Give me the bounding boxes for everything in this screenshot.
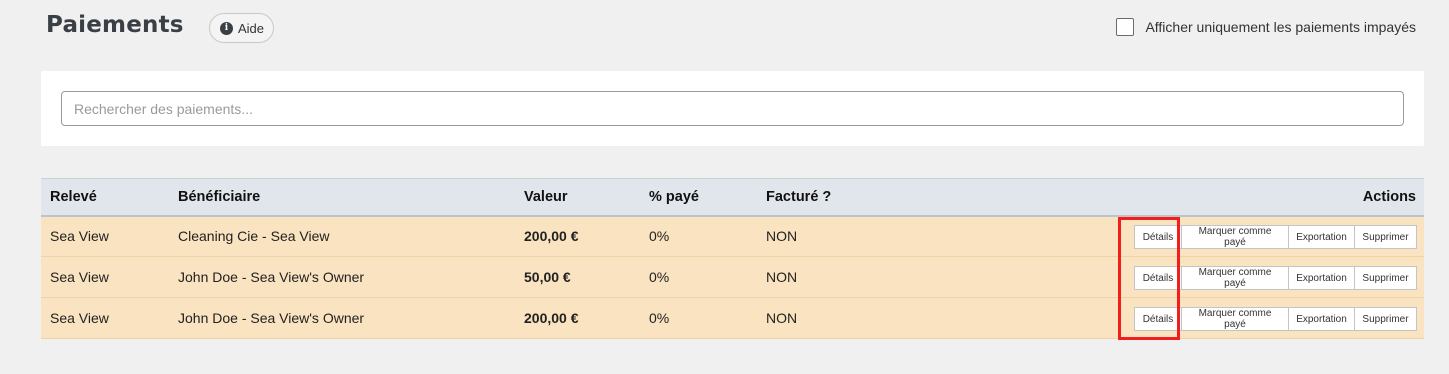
mark-paid-button[interactable]: Marquer comme payé	[1181, 225, 1289, 249]
column-header-statement[interactable]: Relevé	[50, 189, 97, 205]
table-row: Sea View John Doe - Sea View's Owner 200…	[41, 299, 1424, 339]
table-header: Relevé Bénéficiaire Valeur % payé Factur…	[41, 178, 1424, 217]
cell-paid-percent: 0%	[649, 269, 670, 285]
mark-paid-button[interactable]: Marquer comme payé	[1181, 266, 1289, 290]
cell-invoiced: NON	[766, 269, 798, 285]
delete-button[interactable]: Supprimer	[1354, 307, 1417, 331]
cell-value: 200,00 €	[524, 310, 579, 326]
export-button[interactable]: Exportation	[1288, 307, 1355, 331]
cell-beneficiary: John Doe - Sea View's Owner	[178, 269, 365, 285]
cell-beneficiary: John Doe - Sea View's Owner	[178, 310, 365, 326]
search-card	[41, 71, 1424, 146]
row-actions: Détails Marquer comme payé Exportation S…	[1134, 225, 1417, 249]
cell-paid-percent: 0%	[649, 310, 670, 326]
mark-paid-button[interactable]: Marquer comme payé	[1181, 307, 1289, 331]
cell-statement: Sea View	[50, 269, 109, 285]
row-actions: Détails Marquer comme payé Exportation S…	[1134, 307, 1417, 331]
details-button[interactable]: Détails	[1134, 307, 1182, 331]
unpaid-only-label: Afficher uniquement les paiements impayé…	[1145, 19, 1416, 35]
cell-statement: Sea View	[50, 310, 109, 326]
export-button[interactable]: Exportation	[1288, 266, 1355, 290]
cell-statement: Sea View	[50, 228, 109, 244]
row-actions: Détails Marquer comme payé Exportation S…	[1134, 266, 1417, 290]
export-button[interactable]: Exportation	[1288, 225, 1355, 249]
column-header-invoiced[interactable]: Facturé ?	[766, 189, 831, 205]
help-button-label: Aide	[238, 20, 265, 36]
payments-table: Relevé Bénéficiaire Valeur % payé Factur…	[41, 178, 1424, 339]
unpaid-only-checkbox[interactable]	[1116, 18, 1135, 36]
delete-button[interactable]: Supprimer	[1354, 225, 1417, 249]
search-input[interactable]	[61, 91, 1404, 126]
table-row: Sea View Cleaning Cie - Sea View 200,00 …	[41, 217, 1424, 257]
cell-beneficiary: Cleaning Cie - Sea View	[178, 228, 330, 244]
cell-paid-percent: 0%	[649, 228, 670, 244]
help-button[interactable]: i Aide	[209, 13, 275, 43]
page-title: Paiements	[46, 12, 184, 38]
details-button[interactable]: Détails	[1134, 225, 1182, 249]
unpaid-only-filter[interactable]: Afficher uniquement les paiements impayé…	[1116, 18, 1416, 36]
cell-invoiced: NON	[766, 310, 798, 326]
cell-value: 200,00 €	[524, 228, 579, 244]
delete-button[interactable]: Supprimer	[1354, 266, 1417, 290]
info-icon: i	[220, 21, 233, 35]
column-header-beneficiary[interactable]: Bénéficiaire	[178, 189, 260, 205]
page-header: Paiements i Aide Afficher uniquement les…	[0, 0, 1449, 60]
cell-invoiced: NON	[766, 228, 798, 244]
column-header-value[interactable]: Valeur	[524, 189, 568, 205]
column-header-paid-percent[interactable]: % payé	[649, 189, 699, 205]
column-header-actions: Actions	[1362, 189, 1416, 205]
table-row: Sea View John Doe - Sea View's Owner 50,…	[41, 258, 1424, 298]
details-button[interactable]: Détails	[1134, 266, 1182, 290]
cell-value: 50,00 €	[524, 269, 571, 285]
